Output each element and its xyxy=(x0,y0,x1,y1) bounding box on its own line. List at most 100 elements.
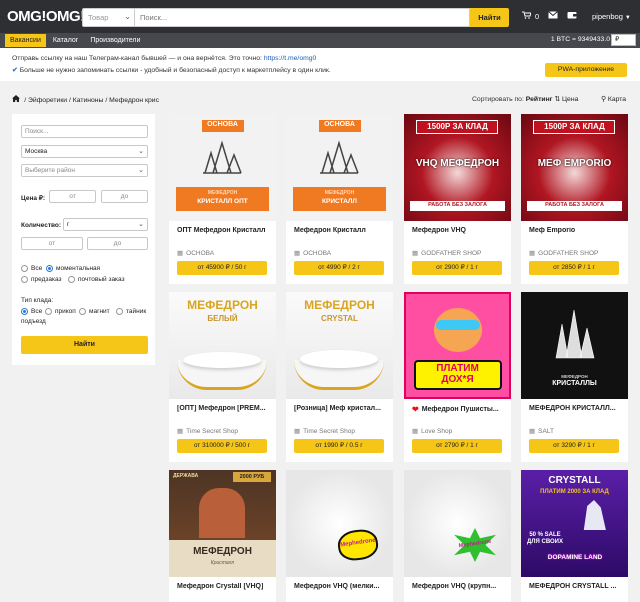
product-title[interactable]: ❤ Мефедрон Пушисты... xyxy=(412,405,507,414)
radio-button[interactable] xyxy=(79,308,86,315)
stash-radio-all[interactable]: Все xyxy=(21,308,42,315)
delivery-radio-preorder[interactable]: предзаказ xyxy=(21,276,62,283)
product-card[interactable]: ОСНОВА МЕФЕДРОН КРИСТАЛЛ ОПТ ОПТ Мефедро… xyxy=(169,114,276,284)
shop-name[interactable]: ▦ ОСНОВА xyxy=(177,249,214,258)
product-title[interactable]: Меф Emporio xyxy=(529,227,624,234)
price-button[interactable]: от 4990 ₽ / 2 г xyxy=(294,261,384,275)
product-image[interactable]: ДЕРЖАВА 2000 РУБ МЕФЕДРОН Кристалл xyxy=(169,470,276,577)
radio-button[interactable] xyxy=(21,308,28,315)
filter-search-input[interactable]: Поиск... xyxy=(21,125,148,138)
wallet-icon[interactable] xyxy=(567,11,577,21)
radio-button[interactable] xyxy=(21,265,28,272)
product-card[interactable]: ОСНОВА МЕФЕДРОН КРИСТАЛЛ Мефедрон Криста… xyxy=(286,114,393,284)
product-card[interactable]: 1500Р ЗА КЛАД МЕФ EMPORIO РАБОТА БЕЗ ЗАЛ… xyxy=(521,114,628,284)
radio-button[interactable] xyxy=(46,265,53,272)
shop-name[interactable]: ▦ Time Secret Shop xyxy=(177,427,238,436)
delivery-radio-instant[interactable]: моментальная xyxy=(46,265,100,272)
product-title[interactable]: МЕФЕДРОН КРИСТАЛЛ... xyxy=(529,405,624,412)
sort-rating[interactable]: Рейтинг xyxy=(526,96,553,103)
product-title[interactable]: Мефедрон Crystall [VHQ] xyxy=(177,583,272,590)
product-image[interactable]: 1500Р ЗА КЛАД VHQ МЕФЕДРОН РАБОТА БЕЗ ЗА… xyxy=(404,114,511,221)
search-button[interactable]: Найти xyxy=(470,8,509,27)
home-icon[interactable] xyxy=(12,95,22,104)
product-card[interactable]: Mephedrone Мефедрон VHQ (крупн... xyxy=(404,470,511,602)
delivery-radio-mail[interactable]: почтовый заказ xyxy=(68,276,125,283)
shop-name[interactable]: ▦ GODFATHER SHOP xyxy=(412,249,481,258)
product-image[interactable]: Mephedrone xyxy=(286,470,393,577)
mail-icon[interactable] xyxy=(548,11,559,21)
product-title[interactable]: Мефедрон VHQ xyxy=(412,227,507,234)
product-title[interactable]: [Розница] Меф кристал... xyxy=(294,405,389,412)
map-link[interactable]: ⚲ Карта xyxy=(601,95,626,103)
product-title[interactable]: [ОПТ] Мефедрон [PREM... xyxy=(177,405,272,412)
product-card[interactable]: 1500Р ЗА КЛАД VHQ МЕФЕДРОН РАБОТА БЕЗ ЗА… xyxy=(404,114,511,284)
radio-button[interactable] xyxy=(116,308,123,315)
pwa-button[interactable]: PWA-приложение xyxy=(545,63,627,77)
username: pipenbog xyxy=(592,12,623,21)
filter-apply-button[interactable]: Найти xyxy=(21,336,148,354)
price-button[interactable]: от 2850 ₽ / 1 г xyxy=(529,261,619,275)
search-input[interactable] xyxy=(135,8,470,27)
product-image[interactable]: Mephedrone xyxy=(404,470,511,577)
user-menu[interactable]: pipenbog ▼ xyxy=(592,12,631,21)
price-label: Цена ₽: xyxy=(21,195,46,202)
nav-item-vacancies[interactable]: Вакансии xyxy=(5,34,46,47)
product-image[interactable]: МЕФЕДРОН БЕЛЫЙ xyxy=(169,292,276,399)
product-image[interactable]: ОСНОВА МЕФЕДРОН КРИСТАЛЛ xyxy=(286,114,393,221)
quantity-to-input[interactable]: до xyxy=(87,237,148,250)
stash-radio-dig[interactable]: прикоп xyxy=(45,308,76,315)
breadcrumb-item[interactable]: Эйфоретики xyxy=(28,97,67,104)
product-card[interactable]: ПЛАТИМ ДОХ*Я ❤ Мефедрон Пушисты... ▦ Love … xyxy=(404,292,511,462)
nav-item-catalog[interactable]: Каталог xyxy=(48,34,83,47)
product-title[interactable]: Мефедрон VHQ (мелки... xyxy=(294,583,389,590)
radio-button[interactable] xyxy=(68,276,75,283)
quantity-unit-select[interactable]: г ⌄ xyxy=(63,218,148,231)
delivery-radio-all[interactable]: Все xyxy=(21,265,42,272)
telegram-link[interactable]: https://t.me/omg0 xyxy=(264,55,317,62)
search-category-select[interactable]: Товар ⌄ xyxy=(82,8,135,27)
shop-name[interactable]: ▦ Time Secret Shop xyxy=(294,427,355,436)
product-title[interactable]: ОПТ Мефедрон Кристалл xyxy=(177,227,272,234)
shop-name[interactable]: ▦ ОСНОВА xyxy=(294,249,331,258)
district-select[interactable]: Выберите район ⌄ xyxy=(21,164,148,177)
shop-name[interactable]: ▦ Love Shop xyxy=(412,427,452,436)
nav-item-manufacturers[interactable]: Производители xyxy=(85,34,145,47)
quantity-from-input[interactable]: от xyxy=(21,237,83,250)
product-image[interactable]: 1500Р ЗА КЛАД МЕФ EMPORIO РАБОТА БЕЗ ЗАЛ… xyxy=(521,114,628,221)
product-title[interactable]: Мефедрон VHQ (крупн... xyxy=(412,583,507,590)
price-button[interactable]: от 3290 ₽ / 1 г xyxy=(529,439,619,453)
product-image[interactable]: CRYSTALL ПЛАТИМ 2000 ЗА КЛАД 50 % SALE Д… xyxy=(521,470,628,577)
radio-button[interactable] xyxy=(45,308,52,315)
product-card[interactable]: МЕФЕДРОН КРИСТАЛЛЫ МЕФЕДРОН КРИСТАЛЛ... … xyxy=(521,292,628,462)
product-title[interactable]: МЕФЕДРОН CRYSTALL ... xyxy=(529,583,624,590)
product-image[interactable]: ОСНОВА МЕФЕДРОН КРИСТАЛЛ ОПТ xyxy=(169,114,276,221)
product-card[interactable]: ДЕРЖАВА 2000 РУБ МЕФЕДРОН Кристалл Мефед… xyxy=(169,470,276,602)
price-button[interactable]: от 310000 ₽ / 500 г xyxy=(177,439,267,453)
stash-radio-hideout[interactable]: тайник xyxy=(116,308,146,315)
product-card[interactable]: Mephedrone Мефедрон VHQ (мелки... xyxy=(286,470,393,602)
price-button[interactable]: от 45900 ₽ / 50 г xyxy=(177,261,267,275)
currency-select[interactable]: ₽ xyxy=(611,34,636,46)
cart-icon[interactable] xyxy=(522,11,532,21)
stash-radio-entrance[interactable]: подъезд xyxy=(21,318,46,325)
breadcrumb-item[interactable]: Катиноны xyxy=(73,97,104,104)
shop-name[interactable]: ▦ SALT xyxy=(529,427,554,436)
price-button[interactable]: от 2900 ₽ / 1 г xyxy=(412,261,502,275)
site-logo[interactable]: OMG!OMG! xyxy=(7,8,85,25)
product-card[interactable]: CRYSTALL ПЛАТИМ 2000 ЗА КЛАД 50 % SALE Д… xyxy=(521,470,628,602)
product-card[interactable]: МЕФЕДРОН CRYSTAL [Розница] Меф кристал..… xyxy=(286,292,393,462)
product-image[interactable]: ПЛАТИМ ДОХ*Я xyxy=(404,292,511,399)
shop-name[interactable]: ▦ GODFATHER SHOP xyxy=(529,249,598,258)
radio-button[interactable] xyxy=(21,276,28,283)
product-image[interactable]: МЕФЕДРОН КРИСТАЛЛЫ xyxy=(521,292,628,399)
city-select[interactable]: Москва ⌄ xyxy=(21,145,148,158)
price-to-input[interactable]: до xyxy=(101,190,148,203)
price-from-input[interactable]: от xyxy=(49,190,96,203)
price-button[interactable]: от 2790 ₽ / 1 г xyxy=(412,439,502,453)
sort-price[interactable]: Цена xyxy=(562,96,578,103)
stash-radio-magnet[interactable]: магнит xyxy=(79,308,110,315)
product-title[interactable]: Мефедрон Кристалл xyxy=(294,227,389,234)
product-image[interactable]: МЕФЕДРОН CRYSTAL xyxy=(286,292,393,399)
price-button[interactable]: от 1990 ₽ / 0.5 г xyxy=(294,439,384,453)
product-card[interactable]: МЕФЕДРОН БЕЛЫЙ [ОПТ] Мефедрон [PREM... ▦… xyxy=(169,292,276,462)
